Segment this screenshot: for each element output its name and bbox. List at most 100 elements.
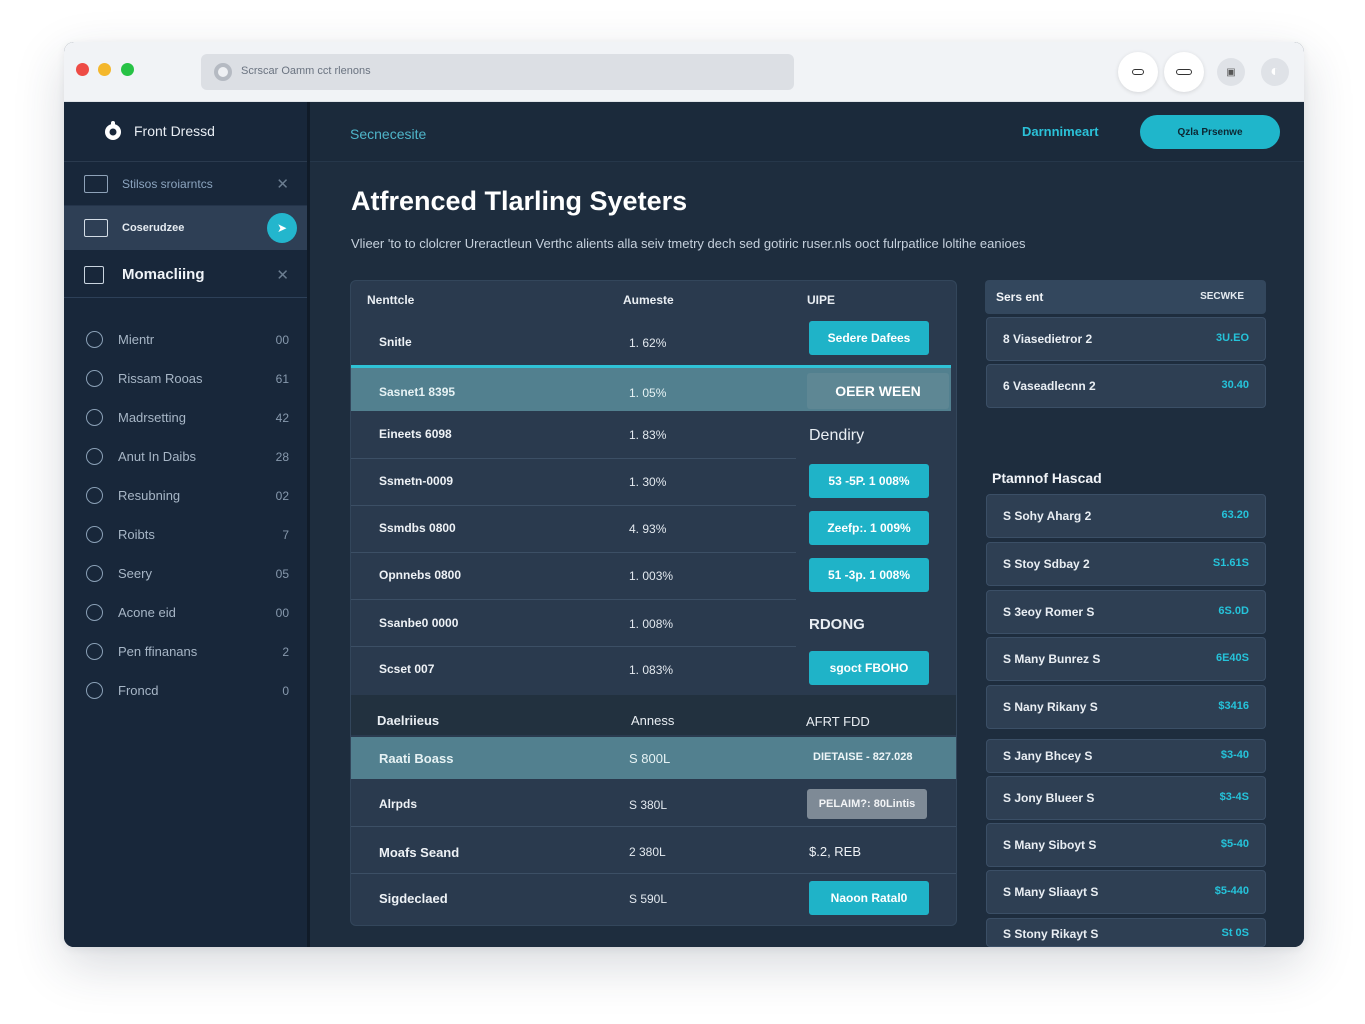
sidebar-item[interactable]: Mientr 00 [64,320,307,359]
sidebar-top-item-modelling[interactable]: Momacliing ✕ [64,252,307,298]
sidebar-item[interactable]: Anut In Daibs 28 [64,437,307,476]
column-header: UIPE [807,293,836,307]
table-row[interactable]: Ssmdbs 0800 4. 93% Zeefp:. 1 009% [351,507,951,553]
row-action-button[interactable]: Zeefp:. 1 009% [809,511,929,545]
card-value: 3U.EO [1215,332,1249,344]
close-icon[interactable]: ✕ [276,266,289,284]
card-value: 6S.0D [1218,605,1249,617]
table-row[interactable]: Scset 007 1. 083% sgoct FBOHO [351,647,951,693]
right-panel-card[interactable]: S Sohy Aharg 2 63.20 [986,494,1266,538]
table-row[interactable]: Opnnebs 0800 1. 003% 51 -3p. 1 008% [351,554,951,600]
close-icon[interactable]: ✕ [276,175,289,193]
close-window-button[interactable] [76,63,89,76]
right-panel-column: SECWKE [1200,291,1244,302]
window-button[interactable] [1164,52,1204,92]
sidebar-top-item-label: Coserudzee [122,222,185,234]
row-name: Eineets 6098 [379,427,452,441]
row-action-button[interactable]: Naoon Ratal0 [809,881,929,915]
sidebar-item[interactable]: Froncd 0 [64,671,307,710]
main-content: Secnecesite Darnnimeart Qzla Prsenwe Atf… [310,102,1304,947]
right-panel-card[interactable]: S Many Bunrez S 6E40S [986,637,1266,681]
row-action-button[interactable]: 51 -3p. 1 008% [809,558,929,592]
tab-button[interactable] [1118,52,1158,92]
card-name: S Stony Rikayt S [1003,927,1099,941]
address-bar[interactable]: Scrscar Oamm cct rlenons [201,54,794,90]
row-name: Snitle [379,335,412,349]
sidebar-item[interactable]: Rissam Rooas 61 [64,359,307,398]
table-row[interactable]: Sigdeclaed S 590L Naoon Ratal0 [351,875,956,921]
sidebar: Front Dressd Stilsos sroiarntcs ✕ Coseru… [64,102,310,947]
sidebar-item[interactable]: Resubning 02 [64,476,307,515]
right-panel-card[interactable]: S Jony Blueer S $3-4S [986,776,1266,820]
table-row[interactable]: Moafs Seand 2 380L $.2, REB [351,828,956,874]
sidebar-item-label: Pen ffinanans [118,644,198,659]
sidebar-item-label: Resubning [118,488,181,503]
extensions-button[interactable]: ▣ [1217,58,1245,86]
sidebar-item[interactable]: Pen ffinanans 2 [64,632,307,671]
table-row[interactable]: Alrpds S 380L PELAIM?: 80Lintis [351,781,956,827]
right-panel-section-title: Ptamnof Hascad [992,470,1102,486]
row-value: 1. 62% [629,336,667,350]
right-panel-card[interactable]: 8 Viasedietror 2 3U.EO [986,317,1266,361]
sidebar-top-item-active[interactable]: Coserudzee ➤ [64,206,307,250]
row-value: 1. 83% [629,428,667,442]
row-status-badge[interactable]: PELAIM?: 80Lintis [807,789,927,819]
right-panel-card[interactable]: S 3eoy Romer S 6S.0D [986,590,1266,634]
send-icon[interactable]: ➤ [267,213,297,243]
dashboard-link[interactable]: Darnnimeart [1022,124,1099,139]
sidebar-item[interactable]: Seery 05 [64,554,307,593]
table-row[interactable]: Snitle 1. 62% Sedere Dafees [351,317,951,363]
sidebar-item-label: Seery [118,566,152,581]
row-status-segment[interactable]: OEER WEEN [807,373,949,409]
minimize-window-button[interactable] [98,63,111,76]
primary-cta-button[interactable]: Qzla Prsenwe [1140,115,1280,149]
row-divider [351,458,796,459]
right-panel-card[interactable]: 6 Vaseadlecnn 2 30.40 [986,364,1266,408]
card-name: S Nany Rikany S [1003,700,1098,714]
page-title: Atfrenced Tlarling Syeters [351,186,688,216]
table-row[interactable]: Eineets 6098 1. 83% Dendiry [351,413,951,459]
row-value: 1. 05% [629,386,667,400]
clock-icon [86,643,103,660]
sidebar-item[interactable]: Madrsetting 42 [64,398,307,437]
card-name: S Stoy Sdbay 2 [1003,557,1090,571]
row-name: Ssmdbs 0800 [379,521,456,535]
clock-icon [86,409,103,426]
row-divider [351,552,796,553]
row-action-text: $.2, REB [809,844,862,859]
right-panel-card[interactable]: S Nany Rikany S $3416 [986,685,1266,729]
row-action-button[interactable]: sgoct FBOHO [809,651,929,685]
site-info-icon [214,63,232,81]
right-panel-card[interactable]: S Stoy Sdbay 2 S1.61S [986,542,1266,586]
row-value: S 380L [629,798,668,812]
section-header-row: Daelriieus Anness AFRT FDD [351,695,956,735]
sidebar-item-count: 7 [282,527,289,542]
table-row-selected[interactable]: Sasnet1 8395 1. 05% OEER WEEN [351,365,951,411]
maximize-window-button[interactable] [121,63,134,76]
right-panel-card[interactable]: S Many Siboyt S $5-40 [986,823,1266,867]
reload-button[interactable]: ◐ [1261,58,1289,86]
table-row[interactable]: Ssmetn-0009 1. 30% 53 -5P. 1 008% [351,460,951,506]
clock-icon [86,565,103,582]
table-row-selected[interactable]: Raati Boass S 800L DIETAISE - 827.028 [351,737,956,779]
sidebar-item[interactable]: Acone eid 00 [64,593,307,632]
sidebar-item-count: 0 [282,683,289,698]
row-action-button[interactable]: Sedere Dafees [809,321,929,355]
right-panel-card[interactable]: S Stony Rikayt S St 0S [986,918,1266,947]
row-action-button[interactable]: 53 -5P. 1 008% [809,464,929,498]
row-name: Opnnebs 0800 [379,568,462,582]
card-name: S Many Bunrez S [1003,652,1101,666]
sidebar-item-count: 00 [275,605,289,620]
sidebar-top-item-settings[interactable]: Stilsos sroiarntcs ✕ [64,162,307,206]
sidebar-top-item-label: Momacliing [122,266,205,283]
right-panel-card[interactable]: S Many Sliaayt S $5-440 [986,870,1266,914]
browser-chrome: Scrscar Oamm cct rlenons ▣ ◐ [64,42,1304,102]
breadcrumb[interactable]: Secnecesite [350,126,426,142]
row-status-text: DIETAISE - 827.028 [813,751,913,763]
sidebar-item[interactable]: Roibts 7 [64,515,307,554]
right-panel-card[interactable]: S Jany Bhcey S $3-40 [986,739,1266,773]
row-value: S 800L [629,751,671,766]
right-panel-header: Sers ent SECWKE [985,280,1266,314]
table-row[interactable]: Ssanbe0 0000 1. 008% RDONG [351,601,951,647]
column-header: Aumeste [623,293,674,307]
